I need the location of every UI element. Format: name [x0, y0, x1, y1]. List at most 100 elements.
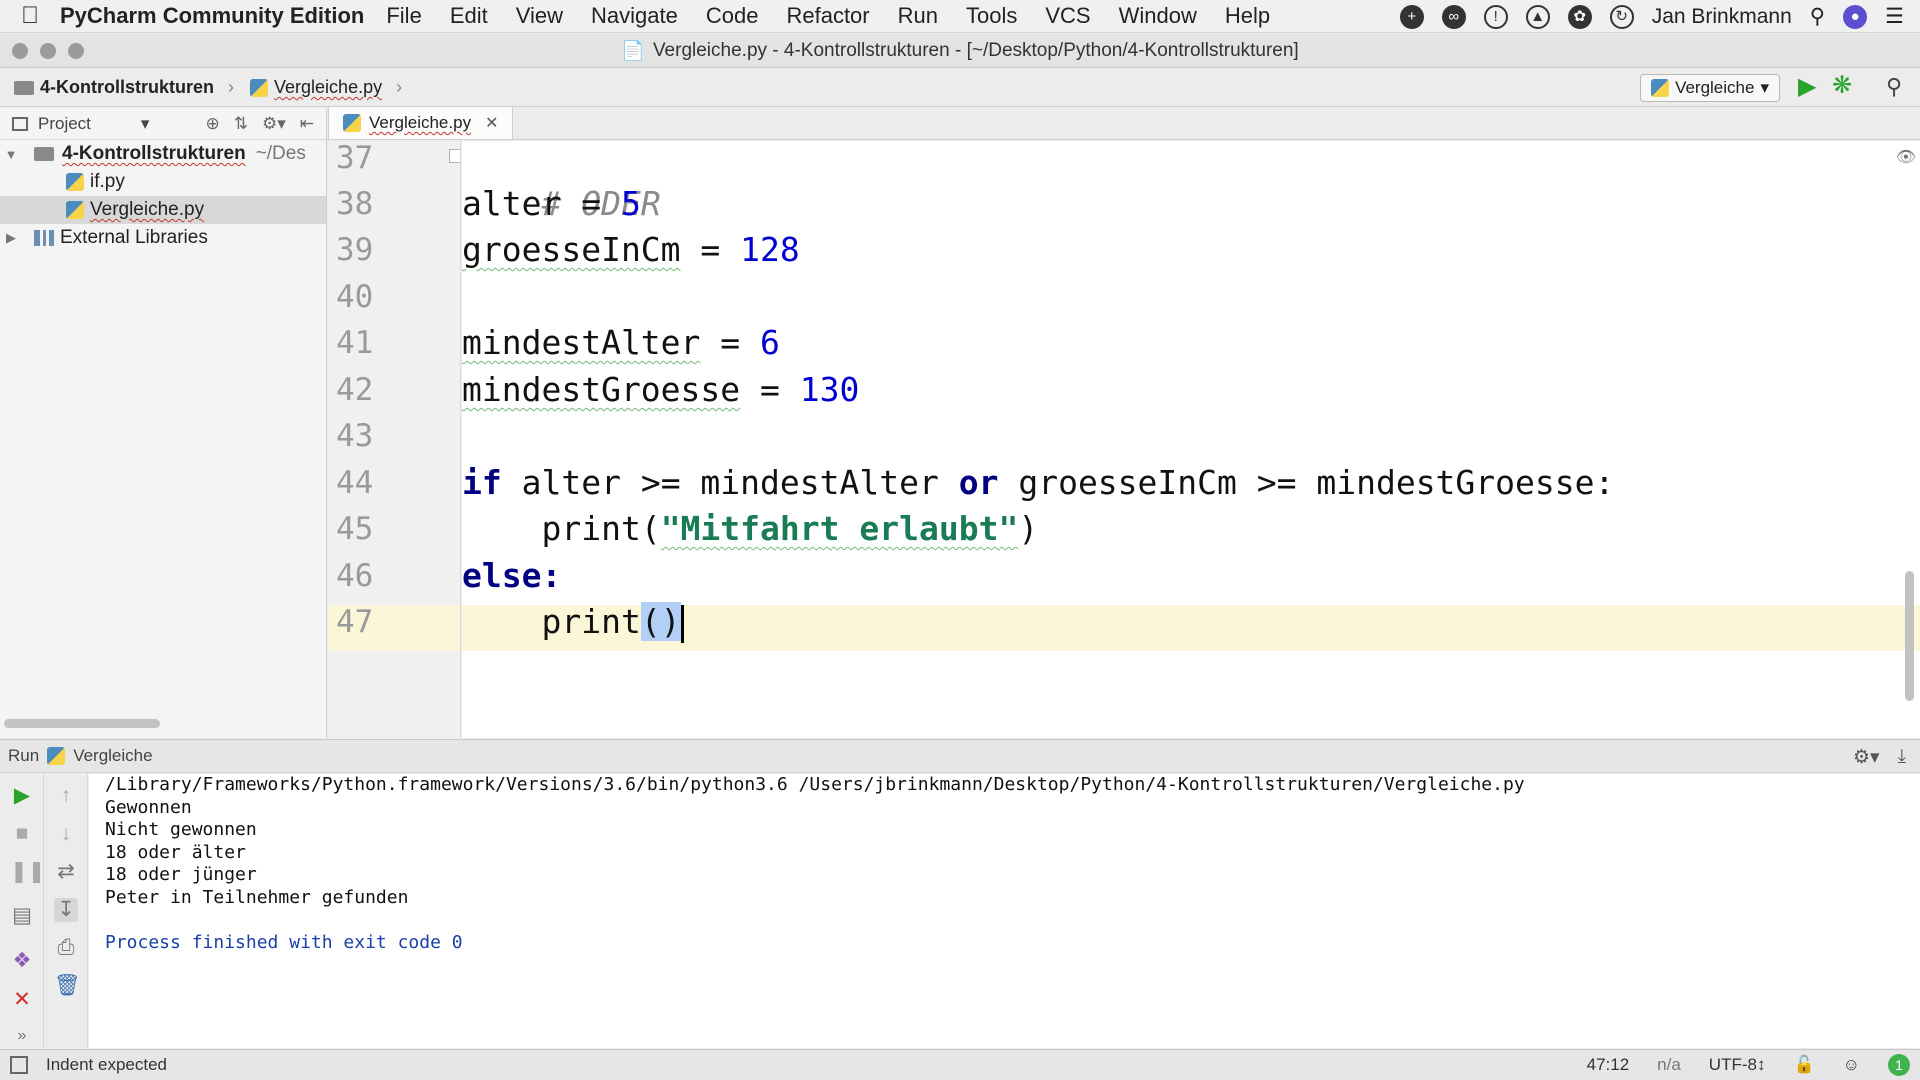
inspector-icon[interactable]: ☺ — [1843, 1055, 1860, 1075]
menu-file[interactable]: File — [386, 3, 421, 29]
line-number: 37 — [336, 141, 374, 176]
menu-refactor[interactable]: Refactor — [786, 3, 869, 29]
stop-icon[interactable]: ■ — [10, 822, 34, 846]
password-manager-tray-icon[interactable]: ! — [1483, 4, 1508, 29]
trash-icon[interactable]: 🗑 — [54, 974, 81, 998]
editor-tab-vergleiche[interactable]: Vergleiche.py ✕ — [328, 107, 514, 139]
tree-file-vergleiche[interactable]: Vergleiche.py — [0, 196, 326, 224]
breadcrumb-file[interactable]: Vergleiche.py › — [250, 77, 402, 98]
chevron-down-icon[interactable]: ▾ — [141, 114, 150, 134]
run-console-output[interactable]: /Library/Frameworks/Python.framework/Ver… — [89, 774, 1920, 1048]
run-configuration-dropdown[interactable]: Vergleiche ▾ — [1640, 74, 1780, 102]
breadcrumb-folder[interactable]: 4-Kontrollstrukturen › — [14, 77, 234, 98]
menu-code[interactable]: Code — [706, 3, 759, 29]
hide-panel-icon[interactable]: ⤓ — [1898, 746, 1906, 769]
fold-marker-icon[interactable] — [449, 149, 460, 163]
menu-navigate[interactable]: Navigate — [591, 3, 678, 29]
plus-tray-icon[interactable]: + — [1399, 4, 1424, 29]
project-view-label[interactable]: Project — [38, 114, 91, 134]
leaf-tray-icon[interactable]: ✿ — [1567, 4, 1592, 29]
line-number-gutter: 37 38 39 40 41 42 43 44 45 46 47 — [328, 141, 461, 738]
rerun-icon[interactable]: ▶ — [10, 784, 34, 808]
siri-icon[interactable]: ● — [1843, 4, 1868, 29]
close-tab-icon[interactable]: ✕ — [485, 113, 498, 133]
collapse-all-icon[interactable]: ⇅ — [234, 114, 248, 134]
print-icon[interactable]: ⎙ — [54, 936, 78, 960]
code-editor[interactable]: # ODER alter = 5 groesseInCm = 128 minde… — [462, 141, 1920, 738]
expand-arrow-icon[interactable]: ▼ — [2, 147, 20, 162]
editor-vertical-scrollbar[interactable] — [1905, 571, 1914, 701]
code-line-44[interactable]: if alter >= mindestAlter or groesseInCm … — [462, 460, 1614, 506]
apple-menu-icon[interactable]:  — [0, 2, 60, 30]
code-line-46[interactable]: else: — [462, 553, 561, 599]
code-line-39[interactable]: groesseInCm = 128 — [462, 227, 800, 273]
locate-file-icon[interactable]: ⊕ — [205, 114, 219, 134]
code-line-41[interactable]: mindestAlter = 6 — [462, 320, 780, 366]
project-toolbar: Project ▾ ⊕ ⇅ ⚙▾ ⇤ — [0, 108, 326, 140]
menu-vcs[interactable]: VCS — [1045, 3, 1090, 29]
code-identifier: alter — [462, 184, 562, 223]
project-toolbar-icons: ⊕ ⇅ ⚙▾ ⇤ — [205, 114, 326, 134]
collapsed-arrow-icon[interactable]: ▶ — [2, 230, 20, 246]
arrow-down-icon[interactable]: ↓ — [54, 822, 78, 846]
spotlight-search-icon[interactable]: ⚲ — [1810, 4, 1825, 29]
tree-external-libraries[interactable]: ▶ External Libraries — [0, 224, 326, 252]
code-identifier: groesseInCm — [462, 230, 681, 269]
menu-view[interactable]: View — [516, 3, 563, 29]
console-line: Gewonnen — [105, 796, 192, 818]
notification-center-icon[interactable]: ☰ — [1885, 4, 1904, 29]
code-line-42[interactable]: mindestGroesse = 130 — [462, 367, 859, 413]
line-separator[interactable]: n/a — [1657, 1055, 1681, 1075]
lock-icon[interactable]: 🔓 — [1793, 1055, 1814, 1075]
hide-panel-icon[interactable]: ⇤ — [300, 114, 314, 134]
gear-icon[interactable]: ⚙▾ — [262, 114, 286, 134]
user-name[interactable]: Jan Brinkmann — [1652, 5, 1792, 29]
code-expression: alter >= mindestAlter — [501, 463, 959, 502]
tree-file-if[interactable]: if.py — [0, 168, 326, 196]
toggle-tool-windows-icon[interactable] — [10, 1056, 28, 1074]
inspection-eye-icon[interactable]: 👁 — [1896, 147, 1916, 167]
menu-tools[interactable]: Tools — [966, 3, 1017, 29]
soft-wrap-icon[interactable]: ⇄ — [54, 860, 78, 884]
run-panel-label[interactable]: Run — [8, 746, 39, 766]
run-panel-config[interactable]: Vergleiche — [73, 746, 152, 766]
menu-window[interactable]: Window — [1119, 3, 1197, 29]
creative-cloud-tray-icon[interactable]: ∞ — [1441, 4, 1466, 29]
code-line-37[interactable]: # ODER — [462, 141, 660, 223]
project-horizontal-scrollbar[interactable] — [4, 719, 160, 728]
notifications-badge[interactable]: 1 — [1888, 1054, 1910, 1076]
scroll-to-end-icon[interactable]: ↧ — [54, 898, 78, 922]
gear-icon[interactable]: ⚙▾ — [1853, 746, 1880, 769]
time-machine-icon[interactable]: ↻ — [1609, 4, 1634, 29]
menu-run[interactable]: Run — [898, 3, 938, 29]
tree-root-folder[interactable]: ▼ 4-Kontrollstrukturen ~/Des — [0, 140, 326, 168]
run-panel-header-icons: ⚙▾ ⤓ — [1853, 746, 1906, 769]
layout-icon[interactable]: ▤ — [10, 904, 34, 928]
line-number: 43 — [336, 418, 374, 454]
run-button[interactable]: ▶ — [1798, 75, 1822, 99]
search-everywhere-icon[interactable]: ⚲ — [1886, 74, 1912, 100]
minimize-window-button[interactable] — [40, 43, 56, 59]
code-line-38[interactable]: alter = 5 — [462, 181, 641, 227]
pause-icon[interactable]: ❚❚ — [10, 860, 45, 884]
file-encoding[interactable]: UTF-8↕ — [1709, 1055, 1766, 1075]
debug-button[interactable]: ❋ — [1832, 73, 1858, 99]
code-line-47[interactable]: print() — [462, 599, 684, 645]
more-icon[interactable]: » — [10, 1024, 34, 1048]
code-line-45[interactable]: print("Mitfahrt erlaubt") — [462, 506, 1038, 552]
close-window-button[interactable] — [12, 43, 28, 59]
menu-help[interactable]: Help — [1225, 3, 1270, 29]
console-line: Nicht gewonnen — [105, 819, 257, 840]
zoom-window-button[interactable] — [68, 43, 84, 59]
cloud-tray-icon[interactable]: ▲ — [1525, 4, 1550, 29]
arrow-up-icon[interactable]: ↑ — [54, 784, 78, 808]
chevron-down-icon: ▾ — [1760, 78, 1769, 97]
code-identifier: mindestGroesse — [462, 370, 741, 409]
app-menu-name[interactable]: PyCharm Community Edition — [60, 3, 364, 29]
caret-position[interactable]: 47:12 — [1587, 1055, 1630, 1075]
window-title: Vergleiche.py - 4-Kontrollstrukturen - [… — [652, 39, 1299, 61]
menu-edit[interactable]: Edit — [450, 3, 488, 29]
pin-tab-icon[interactable]: ❖ — [10, 949, 34, 973]
chevron-right-icon: › — [396, 77, 403, 97]
close-run-icon[interactable]: ✕ — [10, 988, 34, 1012]
